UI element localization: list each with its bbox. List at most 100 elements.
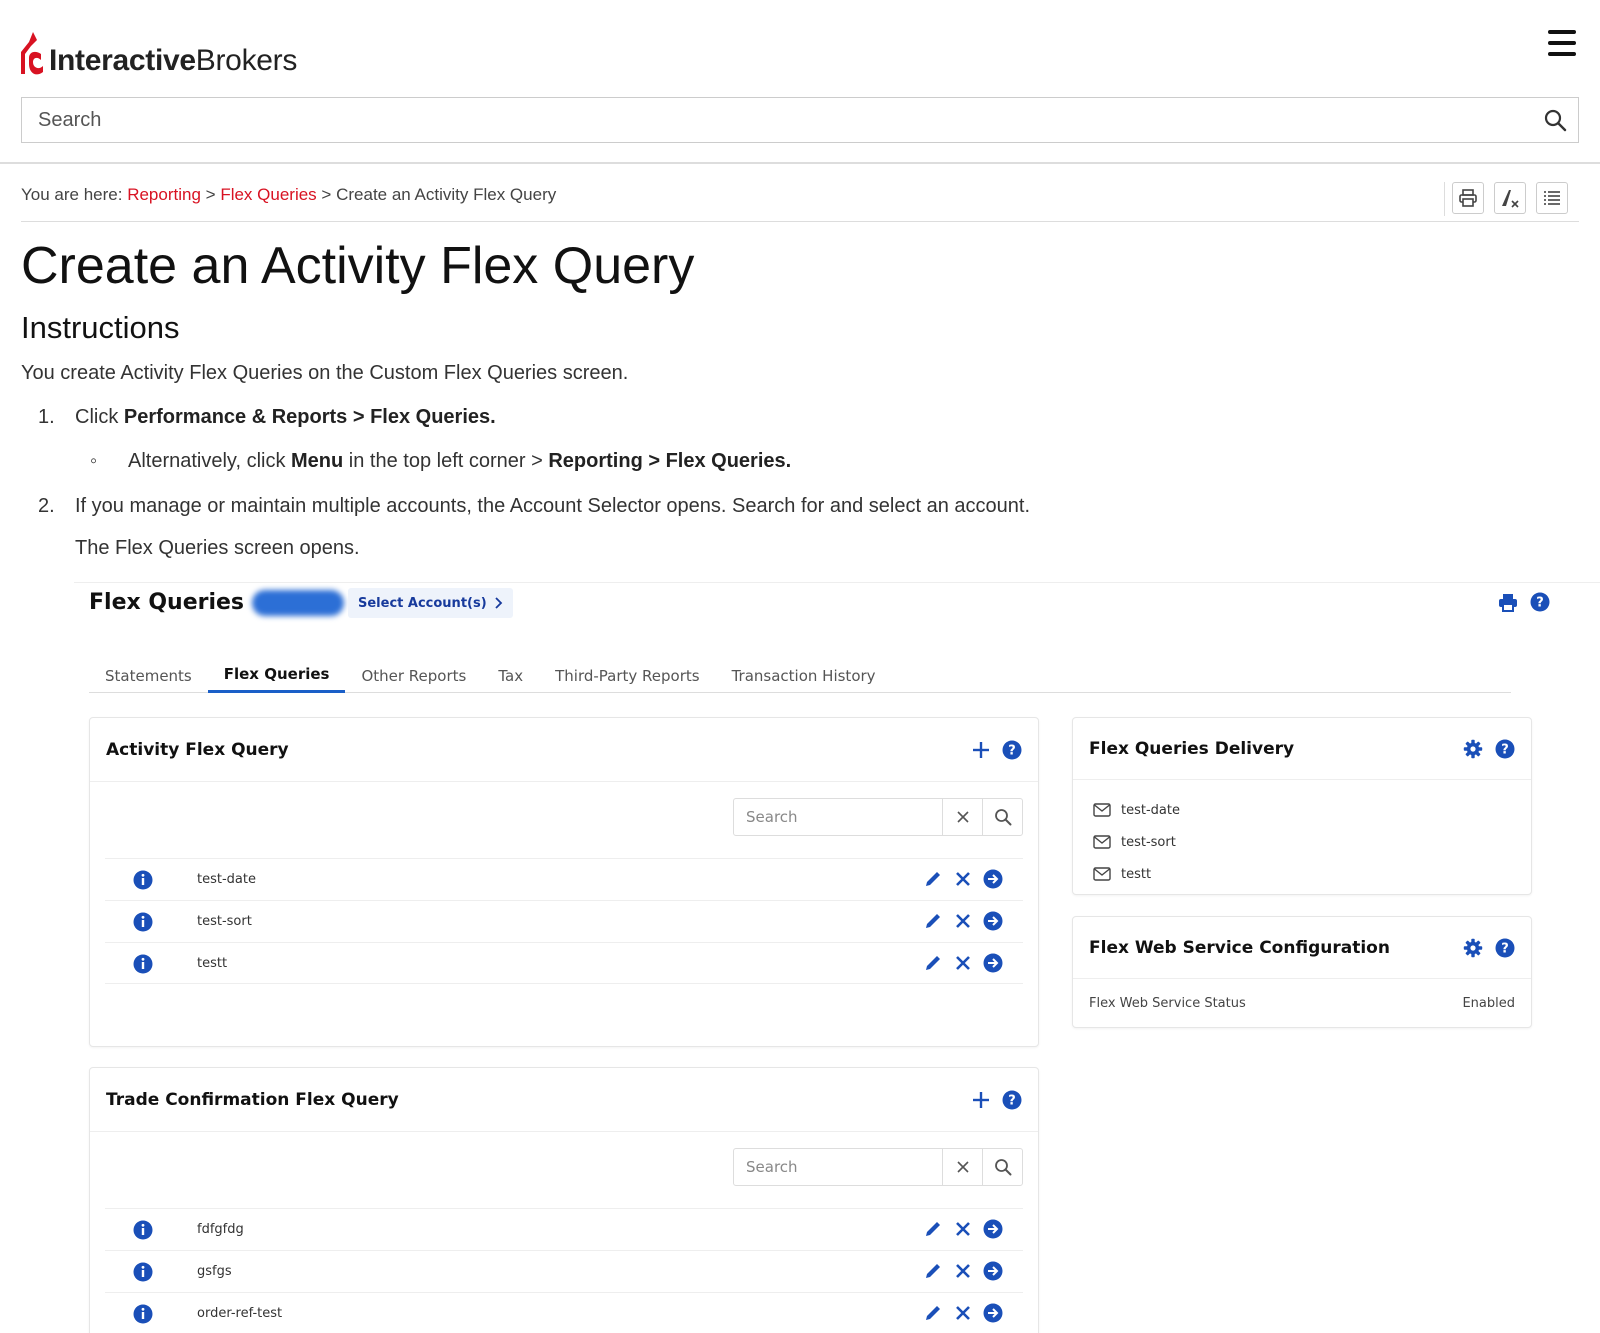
query-name[interactable]: fdfgfdg — [197, 1222, 244, 1237]
edit-pencil-icon[interactable] — [923, 1303, 943, 1323]
envelope-icon — [1093, 835, 1111, 849]
edit-pencil-icon[interactable] — [923, 1219, 943, 1239]
print-button[interactable] — [1452, 182, 1484, 214]
delete-x-icon[interactable] — [953, 953, 973, 973]
add-icon[interactable] — [972, 1091, 990, 1109]
edit-pencil-icon[interactable] — [923, 1261, 943, 1281]
delete-x-icon[interactable] — [953, 911, 973, 931]
trade-confirmation-flex-query-card: Trade Confirmation Flex Query ? fdfgfdg — [89, 1067, 1039, 1333]
gear-icon[interactable] — [1463, 938, 1483, 958]
tab-third-party-reports[interactable]: Third-Party Reports — [539, 658, 715, 693]
trade-search-input[interactable] — [734, 1149, 942, 1185]
screenshot-top-divider — [74, 582, 1600, 583]
tab-other-reports[interactable]: Other Reports — [345, 658, 482, 693]
tab-flex-queries[interactable]: Flex Queries — [207, 658, 346, 693]
breadcrumb-separator: > — [205, 185, 216, 204]
help-icon[interactable]: ? — [1495, 938, 1515, 958]
query-name[interactable]: test-sort — [197, 914, 252, 929]
site-search-box — [21, 97, 1579, 143]
query-row: test-date — [105, 858, 1023, 900]
search-button[interactable] — [982, 1149, 1022, 1185]
clear-search-button[interactable] — [942, 1149, 982, 1185]
breadcrumb-link-flex-queries[interactable]: Flex Queries — [220, 185, 316, 204]
tab-transaction-history[interactable]: Transaction History — [716, 658, 892, 693]
toc-button[interactable] — [1536, 182, 1568, 214]
card-header: Trade Confirmation Flex Query ? — [90, 1068, 1038, 1132]
query-row: gsfgs — [105, 1250, 1023, 1292]
ib-logo[interactable]: Interactive Brokers — [21, 26, 297, 76]
card-header: Flex Web Service Configuration ? — [1073, 917, 1531, 979]
menu-bar — [1548, 30, 1576, 34]
site-search-input[interactable] — [22, 98, 1532, 142]
delivery-item-label: test-date — [1121, 802, 1180, 818]
run-arrow-icon[interactable] — [983, 911, 1003, 931]
delete-x-icon[interactable] — [953, 869, 973, 889]
delete-x-icon[interactable] — [953, 1219, 973, 1239]
sub-text: Alternatively, click — [128, 450, 292, 472]
delivery-item-label: testt — [1121, 866, 1152, 882]
card-header: Flex Queries Delivery ? — [1073, 718, 1531, 780]
breadcrumb-link-reporting[interactable]: Reporting — [127, 185, 201, 204]
page-toolbar — [1452, 182, 1568, 214]
info-icon[interactable] — [133, 954, 153, 974]
search-button[interactable] — [982, 799, 1022, 835]
info-icon[interactable] — [133, 912, 153, 932]
toolbar-divider — [1444, 182, 1445, 216]
svg-text:?: ? — [1501, 941, 1509, 956]
query-row: order-ref-test — [105, 1292, 1023, 1333]
run-arrow-icon[interactable] — [983, 1303, 1003, 1323]
intro-paragraph: You create Activity Flex Queries on the … — [21, 362, 629, 384]
edit-pencil-icon[interactable] — [923, 869, 943, 889]
sub-bold-path: Reporting > Flex Queries. — [548, 450, 792, 472]
info-icon[interactable] — [133, 870, 153, 890]
tab-tax[interactable]: Tax — [482, 658, 539, 693]
logo-text-bold: Interactive — [49, 44, 196, 77]
delivery-item[interactable]: test-sort — [1093, 826, 1515, 858]
help-icon[interactable]: ? — [1002, 1090, 1022, 1110]
edit-pencil-icon[interactable] — [923, 911, 943, 931]
printer-icon[interactable] — [1498, 592, 1518, 612]
clear-highlight-button[interactable] — [1494, 182, 1526, 214]
help-icon[interactable]: ? — [1495, 739, 1515, 759]
query-name[interactable]: gsfgs — [197, 1264, 232, 1279]
run-arrow-icon[interactable] — [983, 1219, 1003, 1239]
clear-search-button[interactable] — [942, 799, 982, 835]
delete-x-icon[interactable] — [953, 1261, 973, 1281]
close-icon — [956, 1161, 969, 1173]
breadcrumb-current: Create an Activity Flex Query — [336, 185, 557, 204]
search-icon[interactable] — [1532, 98, 1578, 142]
sub-bold-menu: Menu — [291, 450, 344, 472]
delivery-item[interactable]: testt — [1093, 858, 1515, 890]
edit-pencil-icon[interactable] — [923, 953, 943, 973]
info-icon[interactable] — [133, 1262, 153, 1282]
add-icon[interactable] — [972, 741, 990, 759]
query-name[interactable]: test-date — [197, 872, 256, 887]
run-arrow-icon[interactable] — [983, 1261, 1003, 1281]
step-1: 1. — [38, 406, 55, 429]
run-arrow-icon[interactable] — [983, 953, 1003, 973]
select-accounts-button[interactable]: Select Account(s) — [348, 588, 513, 618]
step-bold: Performance & Reports > Flex Queries. — [123, 406, 496, 428]
run-arrow-icon[interactable] — [983, 869, 1003, 889]
help-icon[interactable]: ? — [1530, 592, 1550, 612]
delete-x-icon[interactable] — [953, 1303, 973, 1323]
step-2-number: 2. — [38, 495, 55, 517]
query-name[interactable]: testt — [197, 956, 227, 971]
delivery-item[interactable]: test-date — [1093, 794, 1515, 826]
logo-text-light: Brokers — [195, 44, 298, 77]
help-icon[interactable]: ? — [1002, 740, 1022, 760]
gear-icon[interactable] — [1463, 739, 1483, 759]
delivery-list: test-date test-sort testt — [1073, 780, 1531, 890]
trade-query-list: fdfgfdg gsfgs order-ref-test — [105, 1208, 1023, 1333]
info-icon[interactable] — [133, 1304, 153, 1324]
query-row: testt — [105, 942, 1023, 984]
query-name[interactable]: order-ref-test — [197, 1306, 282, 1321]
menu-button[interactable] — [1548, 30, 1576, 56]
query-row: test-sort — [105, 900, 1023, 942]
info-icon[interactable] — [133, 1220, 153, 1240]
search-icon — [994, 809, 1011, 826]
activity-search-input[interactable] — [734, 799, 942, 835]
tab-statements[interactable]: Statements — [89, 658, 208, 693]
ib-flame-icon — [21, 32, 43, 75]
step-1-text: Click Performance & Reports > Flex Queri… — [75, 406, 496, 429]
